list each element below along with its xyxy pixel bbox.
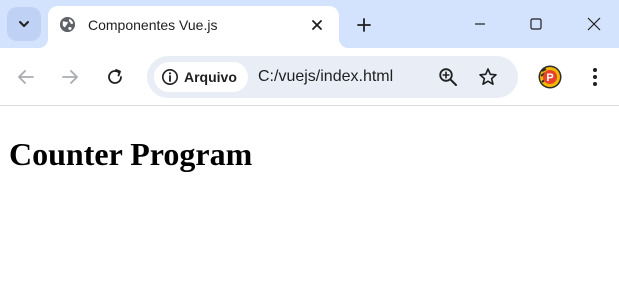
close-window-button[interactable]: [575, 7, 613, 41]
tab-strip: Componentes Vue.js: [0, 0, 619, 48]
new-tab-button[interactable]: [350, 11, 378, 39]
close-icon: [312, 20, 322, 30]
info-icon: [162, 69, 178, 85]
zoom-in-icon: [439, 68, 457, 86]
profile-avatar-icon: P: [538, 65, 562, 89]
svg-text:P: P: [546, 72, 553, 84]
zoom-button[interactable]: [434, 63, 462, 91]
star-icon: [479, 68, 497, 85]
reload-icon: [108, 69, 122, 84]
back-arrow-icon: [18, 70, 34, 84]
browser-toolbar: Arquivo C:/vuejs/index.html P: [0, 48, 619, 106]
forward-arrow-icon: [62, 70, 78, 84]
reload-button[interactable]: [100, 62, 130, 92]
close-window-icon: [587, 17, 601, 31]
bookmark-button[interactable]: [474, 63, 502, 91]
maximize-icon: [530, 18, 542, 30]
tab-title: Componentes Vue.js: [88, 17, 218, 33]
address-bar[interactable]: Arquivo C:/vuejs/index.html: [147, 56, 518, 98]
tab-search-button[interactable]: [7, 7, 41, 41]
page-content: Counter Program: [0, 107, 619, 288]
globe-icon: [59, 16, 76, 33]
back-button[interactable]: [11, 62, 41, 92]
site-info-chip[interactable]: Arquivo: [154, 62, 248, 92]
url-text[interactable]: C:/vuejs/index.html: [258, 68, 393, 86]
kebab-menu-icon: [593, 68, 597, 86]
minimize-button[interactable]: [461, 7, 499, 41]
minimize-icon: [475, 23, 485, 25]
extension-button[interactable]: P: [536, 63, 564, 91]
maximize-button[interactable]: [517, 7, 555, 41]
browser-menu-button[interactable]: [584, 63, 606, 91]
active-tab[interactable]: Componentes Vue.js: [38, 6, 349, 48]
close-tab-button[interactable]: [306, 14, 328, 36]
chevron-down-icon: [19, 21, 29, 27]
forward-button[interactable]: [55, 62, 85, 92]
site-info-label: Arquivo: [184, 69, 237, 85]
plus-icon: [357, 18, 371, 32]
page-title: Counter Program: [9, 136, 253, 172]
